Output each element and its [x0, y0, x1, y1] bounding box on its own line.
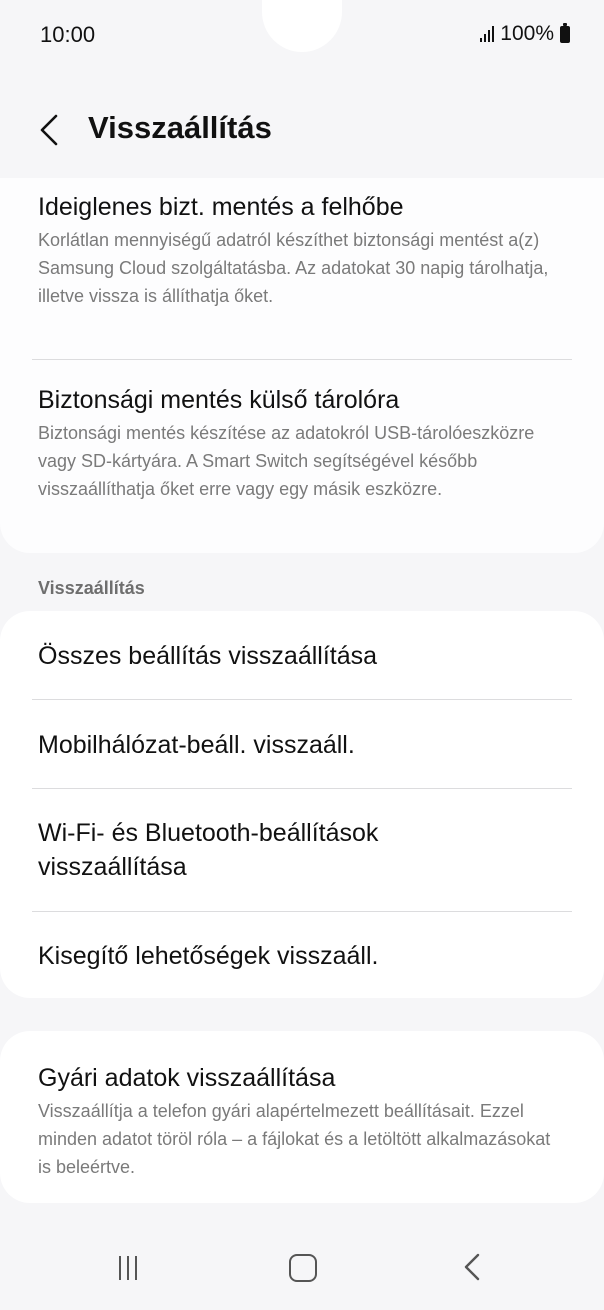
battery-icon	[560, 22, 570, 43]
reset-all-settings-item[interactable]: Összes beállítás visszaállítása	[38, 639, 566, 673]
factory-reset-item[interactable]: Gyári adatok visszaállítása Visszaállítj…	[38, 1061, 566, 1181]
cloud-backup-item[interactable]: Ideiglenes bizt. mentés a felhőbe Korlát…	[38, 190, 566, 310]
reset-wifi-bluetooth-title: Wi-Fi- és Bluetooth-beállítások visszaál…	[38, 819, 379, 881]
factory-reset-card: Gyári adatok visszaállítása Visszaállítj…	[0, 1031, 604, 1203]
status-bar: 10:00 100%	[0, 0, 604, 70]
reset-all-settings-title: Összes beállítás visszaállítása	[38, 642, 378, 670]
backup-card: Ideiglenes bizt. mentés a felhőbe Korlát…	[0, 178, 604, 553]
chevron-left-icon[interactable]	[34, 112, 64, 148]
status-time: 10:00	[40, 22, 96, 47]
battery-percentage: 100%	[500, 22, 554, 45]
cloud-backup-description: Korlátlan mennyiségű adatról készíthet b…	[38, 230, 549, 306]
camera-notch	[262, 0, 342, 52]
reset-wifi-bluetooth-item[interactable]: Wi-Fi- és Bluetooth-beállítások visszaál…	[38, 816, 464, 884]
divider	[32, 911, 572, 912]
navigation-bar	[0, 1240, 604, 1310]
phone-screen: 10:00 100% Visszaállítás Ideiglenes bizt…	[0, 0, 604, 1310]
back-nav-icon[interactable]	[460, 1252, 484, 1282]
external-backup-description: Biztonsági mentés készítése az adatokról…	[38, 423, 535, 499]
reset-accessibility-item[interactable]: Kisegítő lehetőségek visszaáll.	[38, 939, 566, 973]
divider	[32, 359, 572, 360]
factory-reset-title: Gyári adatok visszaállítása	[38, 1064, 336, 1092]
reset-accessibility-title: Kisegítő lehetőségek visszaáll.	[38, 942, 379, 970]
cloud-backup-title: Ideiglenes bizt. mentés a felhőbe	[38, 193, 404, 221]
divider	[32, 788, 572, 789]
external-backup-title: Biztonsági mentés külső tárolóra	[38, 386, 400, 414]
reset-mobile-network-title: Mobilhálózat-beáll. visszaáll.	[38, 731, 355, 759]
section-label-reset: Visszaállítás	[38, 578, 145, 598]
divider	[32, 699, 572, 700]
status-indicators: 100%	[480, 22, 570, 46]
factory-reset-description: Visszaállítja a telefon gyári alapértelm…	[38, 1101, 551, 1177]
signal-icon	[480, 26, 495, 42]
external-backup-item[interactable]: Biztonsági mentés külső tárolóra Biztons…	[38, 383, 566, 503]
home-icon[interactable]	[289, 1254, 317, 1282]
reset-options-card: Összes beállítás visszaállítása Mobilhál…	[0, 611, 604, 998]
recents-icon[interactable]	[119, 1256, 137, 1280]
page-title: Visszaállítás	[88, 110, 272, 145]
reset-mobile-network-item[interactable]: Mobilhálózat-beáll. visszaáll.	[38, 728, 566, 762]
app-header: Visszaállítás	[0, 100, 604, 160]
